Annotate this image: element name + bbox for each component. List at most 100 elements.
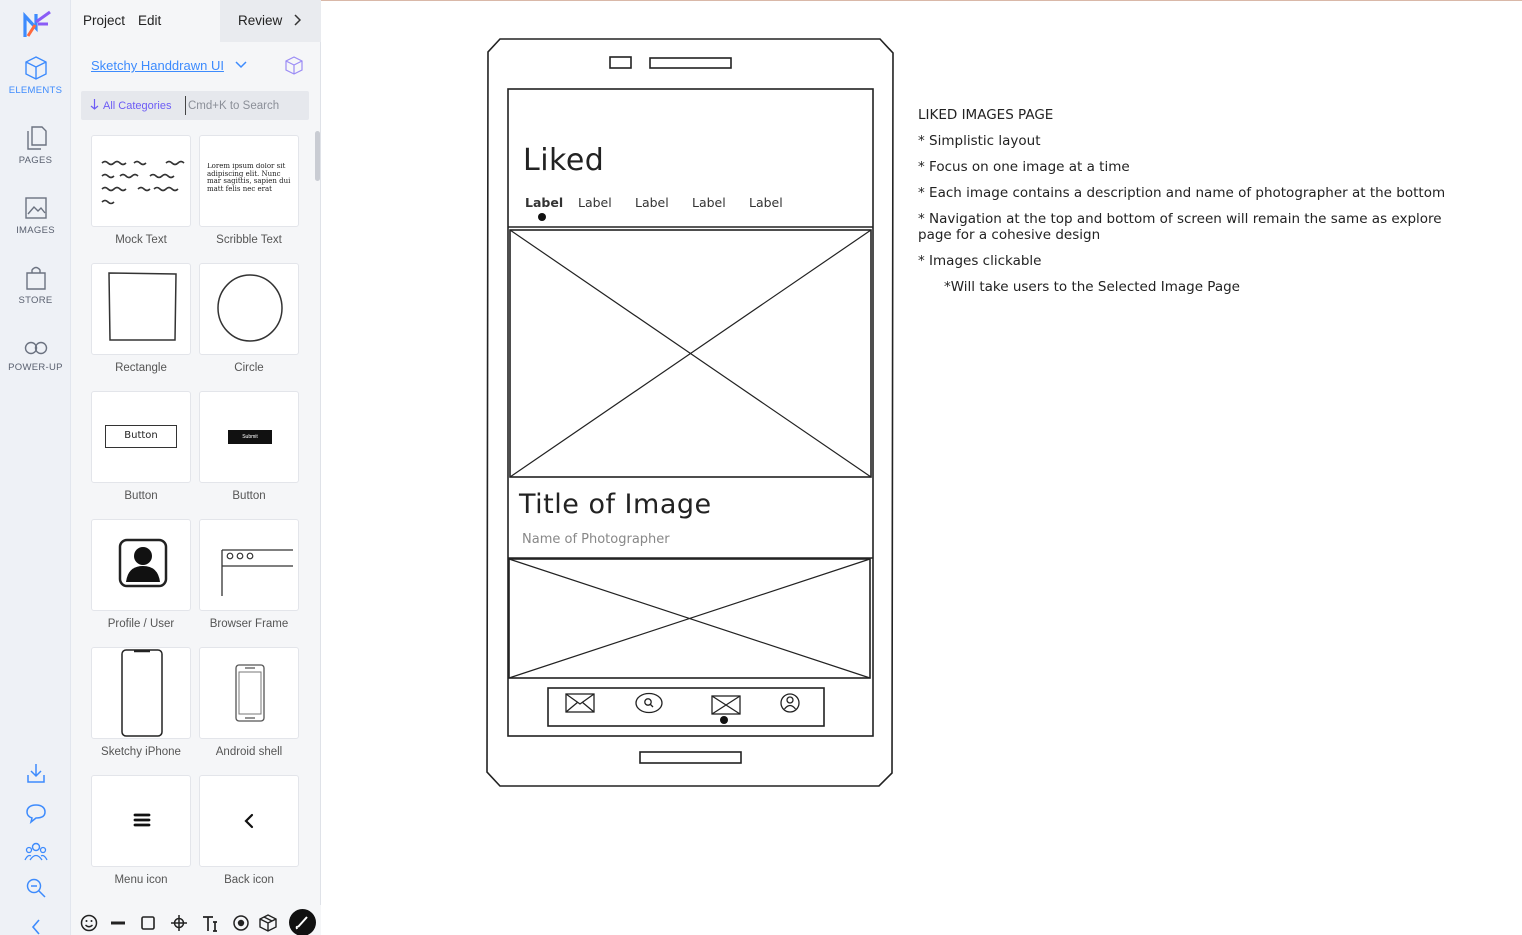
notes-title: LIKED IMAGES PAGE	[918, 107, 1054, 123]
wireframe-tab-2[interactable]: Label	[578, 195, 612, 210]
button-outline-preview: Button	[105, 425, 177, 448]
design-notes[interactable]: LIKED IMAGES PAGE * Simplistic layout * …	[918, 107, 1458, 305]
hamburger-menu-icon	[133, 813, 151, 827]
top-menu: Project Edit Review	[71, 0, 321, 42]
nav-liked-icon	[711, 695, 741, 715]
wireframe-tab-1[interactable]: Label	[525, 195, 563, 210]
button-filled-preview: Submit	[228, 430, 272, 444]
wireframe-tab-4[interactable]: Label	[692, 195, 726, 210]
menu-edit[interactable]: Edit	[138, 13, 161, 28]
tile-button-filled-label: Button	[232, 490, 266, 502]
image-title: Title of Image	[519, 489, 712, 520]
active-nav-indicator	[720, 716, 728, 724]
phone-camera	[609, 56, 632, 69]
search-bar: All Categories	[81, 91, 309, 120]
chevron-down-icon[interactable]	[234, 60, 248, 70]
review-button[interactable]: Review	[220, 0, 321, 42]
square-icon[interactable]	[138, 913, 158, 933]
tile-mock-text[interactable]	[91, 135, 191, 227]
canvas[interactable]: Liked Label Label Label Label Label Titl…	[321, 0, 1522, 935]
app-logo-icon[interactable]	[22, 10, 52, 38]
photographer-name: Name of Photographer	[522, 532, 670, 547]
android-preview	[235, 664, 265, 722]
search-input[interactable]	[185, 96, 303, 115]
components-icon[interactable]	[258, 913, 278, 933]
library-selector[interactable]: Sketchy Handdrawn UI	[91, 58, 224, 73]
library-cube-icon[interactable]	[284, 55, 304, 75]
tile-back-icon[interactable]	[199, 775, 299, 867]
rectangle-preview	[108, 272, 177, 341]
tile-profile-user-label: Profile / User	[107, 618, 175, 630]
rail-power-up[interactable]: POWER-UP	[0, 338, 71, 373]
tile-rectangle[interactable]	[91, 263, 191, 355]
nav-profile-icon	[780, 693, 800, 713]
tile-browser-frame-label: Browser Frame	[209, 618, 289, 630]
tile-android-shell-label: Android shell	[215, 746, 283, 758]
collaborators-icon[interactable]	[24, 840, 48, 864]
pen-tool-icon[interactable]	[169, 913, 189, 933]
active-tab-indicator	[538, 213, 546, 221]
iphone-preview	[121, 649, 163, 737]
rail-pages[interactable]: PAGES	[0, 125, 71, 166]
download-icon[interactable]	[24, 761, 48, 785]
rail-elements[interactable]: ELEMENTS	[0, 55, 71, 96]
note-bullet-2: * Focus on one image at a time	[918, 159, 1130, 175]
pages-icon	[26, 126, 47, 150]
tile-button-filled[interactable]: Submit	[199, 391, 299, 483]
note-bullet-5: * Images clickable	[918, 253, 1042, 269]
menu-project[interactable]: Project	[83, 13, 125, 28]
collapse-chevron-icon[interactable]	[24, 915, 48, 935]
tile-profile-user[interactable]	[91, 519, 191, 611]
rail-elements-label: ELEMENTS	[8, 85, 63, 96]
draw-brush-button[interactable]	[289, 909, 316, 935]
rail-store[interactable]: STORE	[0, 265, 71, 306]
nav-mail-icon	[565, 693, 595, 713]
tile-circle[interactable]	[199, 263, 299, 355]
bottom-toolbar	[71, 905, 321, 935]
left-rail: ELEMENTS PAGES IMAGES STORE POWER-UP	[0, 0, 71, 935]
smiley-icon[interactable]	[79, 913, 99, 933]
tile-sketchy-iphone-label: Sketchy iPhone	[101, 746, 181, 758]
cube-icon	[24, 56, 47, 80]
tile-rectangle-label: Rectangle	[115, 362, 167, 374]
tile-scribble-text[interactable]: Lorem ipsum dolor sit adipiscing elit. N…	[199, 135, 299, 227]
comment-icon[interactable]	[24, 801, 48, 825]
tile-sketchy-iphone[interactable]	[91, 647, 191, 739]
phone-home-bar	[639, 751, 742, 764]
tile-button-outline[interactable]: Button	[91, 391, 191, 483]
note-bullet-1: * Simplistic layout	[918, 133, 1041, 149]
elements-panel: Project Edit Review Sketchy Handdrawn UI…	[71, 0, 321, 935]
rail-images-label: IMAGES	[16, 225, 55, 236]
tile-menu-icon[interactable]	[91, 775, 191, 867]
tile-menu-icon-label: Menu icon	[114, 874, 168, 886]
infinity-icon	[24, 341, 47, 355]
rail-images[interactable]: IMAGES	[0, 195, 71, 236]
wireframe-tab-5[interactable]: Label	[749, 195, 783, 210]
radio-icon[interactable]	[231, 913, 251, 933]
rail-store-label: STORE	[18, 295, 53, 306]
zoom-out-icon[interactable]	[24, 876, 48, 900]
brush-icon	[295, 916, 308, 930]
nav-search-icon	[635, 692, 663, 714]
chevron-right-icon	[294, 14, 301, 26]
text-tool-icon[interactable]	[201, 913, 221, 933]
tile-back-icon-label: Back icon	[224, 874, 274, 886]
tile-mock-text-label: Mock Text	[115, 234, 167, 246]
tile-android-shell[interactable]	[199, 647, 299, 739]
tile-browser-frame[interactable]	[199, 519, 299, 611]
liked-heading: Liked	[523, 143, 605, 178]
tile-button-outline-label: Button	[124, 490, 158, 502]
all-categories-button[interactable]: All Categories	[90, 99, 171, 112]
rail-power-up-label: POWER-UP	[8, 362, 63, 373]
wireframe-tab-3[interactable]: Label	[635, 195, 669, 210]
arrow-down-icon	[90, 99, 99, 110]
image-icon	[24, 197, 47, 219]
tile-circle-label: Circle	[234, 362, 264, 374]
line-icon[interactable]	[108, 913, 128, 933]
scribble-text-preview: Lorem ipsum dolor sit adipiscing elit. N…	[207, 163, 291, 193]
shopping-bag-icon	[25, 266, 46, 290]
note-bullet-4: * Navigation at the top and bottom of sc…	[918, 211, 1442, 243]
review-label: Review	[238, 13, 283, 28]
rail-pages-label: PAGES	[18, 155, 53, 166]
panel-scrollbar[interactable]	[315, 131, 320, 181]
